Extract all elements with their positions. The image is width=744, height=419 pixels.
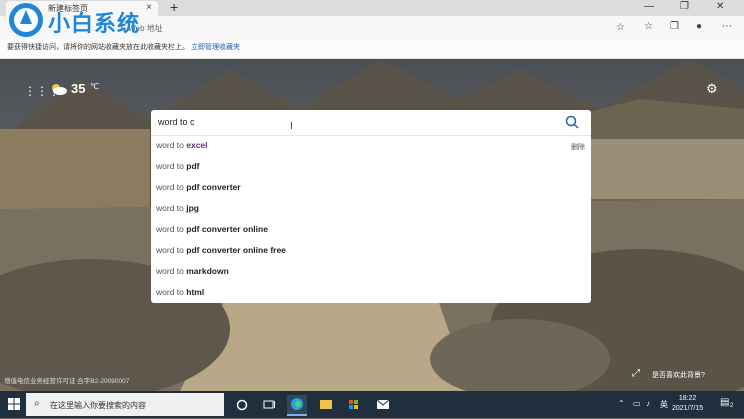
edge-browser-icon[interactable] — [287, 395, 307, 416]
favorites-icon[interactable]: ☆ — [644, 21, 653, 32]
search-suggestion-item[interactable]: word to pdf converter online free — [156, 245, 286, 255]
close-window-button[interactable]: ✕ — [716, 0, 724, 14]
delete-history-link[interactable]: 删除 — [571, 142, 585, 152]
suggestion-prefix: word to — [156, 224, 187, 234]
more-menu-icon[interactable]: ⋯ — [722, 21, 732, 32]
logo-text: 小白系统 — [48, 11, 141, 36]
favorites-bar-message: 要获得快捷访问，请将你的网站收藏夹放在此收藏夹栏上。 — [7, 44, 189, 51]
maximize-button[interactable]: ❐ — [680, 0, 689, 14]
store-icon[interactable] — [344, 395, 364, 414]
clock-time: 18:22 — [678, 395, 697, 402]
suggestion-completion: jpg — [186, 203, 199, 213]
windows-start-icon[interactable] — [8, 398, 20, 410]
suggestion-prefix: word to — [156, 161, 187, 171]
address-bar[interactable]: 入 Web 地址 ☆ — [60, 20, 638, 36]
suggestion-completion: pdf converter — [186, 182, 241, 192]
search-suggestions: 删除 word to excel word to pdf word to pdf c… — [151, 135, 591, 303]
notification-icon[interactable]: ▤ — [720, 397, 729, 408]
ime-indicator[interactable]: 英 — [660, 399, 668, 410]
suggestion-completion: excel — [186, 140, 208, 150]
minimize-button[interactable]: — — [644, 0, 654, 14]
manage-favorites-link[interactable]: 立即管理收藏夹 — [191, 42, 240, 52]
suggestion-completion: pdf — [186, 161, 200, 171]
suggestion-completion: pdf converter online free — [186, 245, 286, 255]
suggestion-completion: html — [186, 287, 205, 297]
new-tab-button[interactable]: + — [170, 0, 178, 15]
search-suggestion-item[interactable]: word to pdf — [156, 161, 199, 171]
search-query: word to c — [158, 117, 195, 127]
search-suggestion-item[interactable]: word to pdf converter — [156, 182, 241, 192]
expand-icon[interactable]: ⤢ — [632, 368, 640, 379]
search-suggestion-item[interactable]: word to pdf converter online — [156, 224, 268, 234]
page-settings-icon[interactable]: ⚙ — [706, 81, 718, 97]
clock[interactable]: 18:22 2021/7/15 — [672, 394, 703, 414]
search-icon[interactable] — [565, 115, 579, 129]
suggestion-prefix: word to — [156, 182, 187, 192]
search-suggestion-item[interactable]: word to html — [156, 287, 204, 297]
taskbar: ⌕ 在这里输入你要搜索的内容 ⌃ ▭ ♪ 英 18:22 2021/7/15 ▤… — [0, 391, 744, 418]
notification-count: 2 — [730, 403, 734, 409]
suggestion-completion: pdf converter online — [186, 224, 268, 234]
task-view-icon[interactable] — [259, 395, 279, 414]
cortana-icon[interactable] — [232, 395, 252, 414]
search-suggestion-item[interactable]: word to markdown — [156, 266, 229, 276]
like-background-link[interactable]: 是否喜欢此背景? — [652, 370, 705, 380]
suggestion-prefix: word to — [156, 287, 187, 297]
suggestion-prefix: word to — [156, 203, 187, 213]
text-cursor-icon: I — [290, 121, 293, 132]
volume-icon[interactable]: ♪ — [646, 399, 650, 408]
weather-sun-cloud-icon — [52, 84, 67, 95]
weather-temperature[interactable]: 35 — [71, 81, 85, 96]
logo-icon — [9, 3, 43, 37]
suggestion-completion: markdown — [186, 266, 229, 276]
taskbar-search-input[interactable]: ⌕ 在这里输入你要搜索的内容 — [26, 393, 224, 416]
network-icon[interactable]: ▭ — [633, 399, 641, 408]
suggestion-prefix: word to — [156, 245, 187, 255]
license-text: 增值电信业务经营许可证 合字B2-20090007 — [4, 378, 130, 385]
profile-icon[interactable]: ● — [696, 21, 702, 32]
suggestion-prefix: word to — [156, 266, 187, 276]
weather-unit: ℃ — [90, 82, 99, 91]
suggestion-prefix: word to — [156, 140, 187, 150]
favorites-bar: 要获得快捷访问，请将你的网站收藏夹放在此收藏夹栏上。 立即管理收藏夹 — [0, 39, 744, 59]
file-explorer-icon[interactable] — [316, 395, 336, 414]
collections-icon[interactable]: ❐ — [670, 21, 679, 32]
clock-date: 2021/7/15 — [672, 405, 704, 412]
taskbar-search-icon: ⌕ — [34, 398, 40, 409]
tray-chevron-icon[interactable]: ⌃ — [618, 399, 625, 408]
search-suggestion-item[interactable]: word to jpg — [156, 203, 199, 213]
tab-close-icon[interactable]: × — [146, 2, 152, 13]
search-input[interactable]: word to c — [151, 110, 591, 135]
taskbar-search-placeholder: 在这里输入你要搜索的内容 — [50, 401, 146, 410]
search-suggestion-item[interactable]: word to excel — [156, 140, 208, 150]
mail-icon[interactable] — [373, 395, 393, 414]
add-favorite-icon[interactable]: ☆ — [616, 22, 625, 33]
